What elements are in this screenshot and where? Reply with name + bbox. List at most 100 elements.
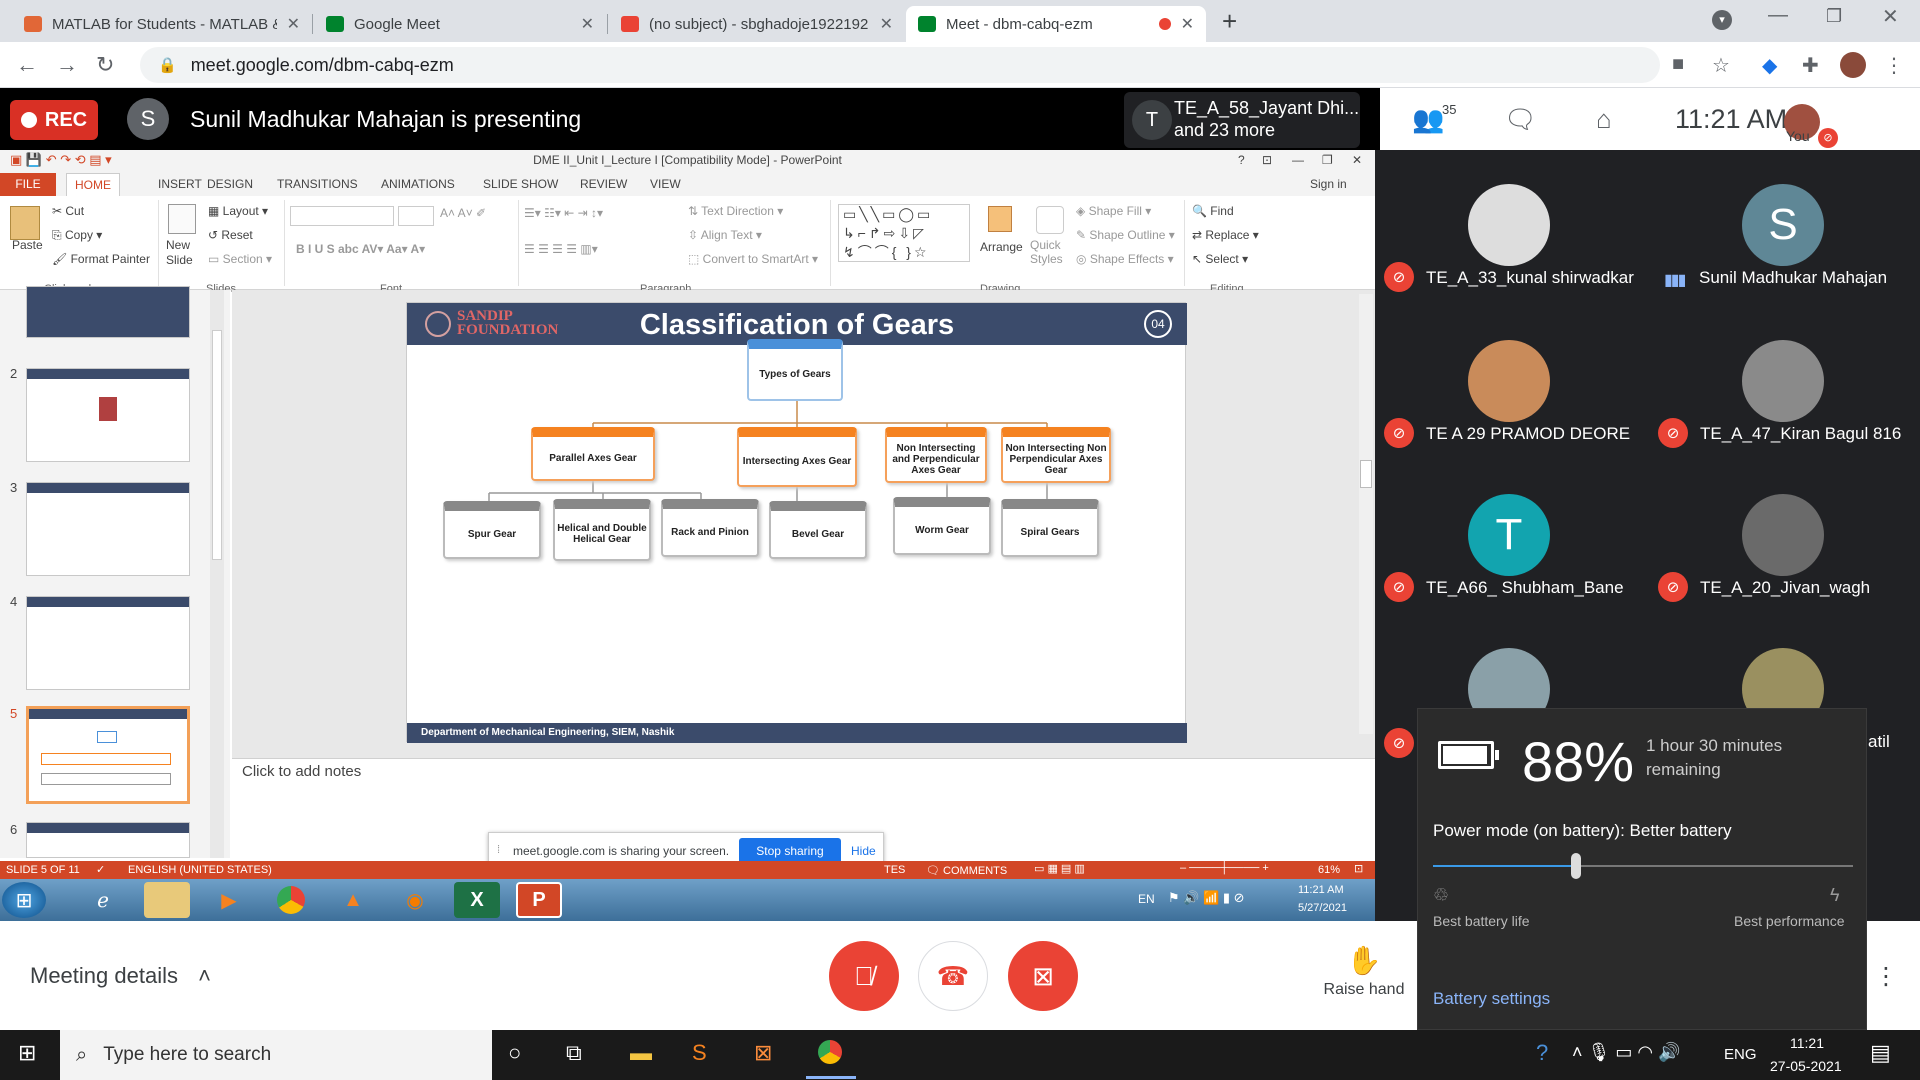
spellcheck-icon[interactable]: ✓ [96,863,105,876]
ribbon-display-icon[interactable]: ⊡ [1262,150,1272,170]
powerpoint-icon[interactable]: P [516,882,562,918]
tray-icons[interactable]: ⚑ 🔊 📶 ▮ ⊘ [1168,890,1245,906]
scroll-thumb[interactable] [212,330,222,560]
browser-tab-matlab[interactable]: MATLAB for Students - MATLAB & ✕ [12,6,312,42]
scroll-thumb[interactable] [1360,460,1372,488]
quick-styles-button[interactable]: Quick Styles [1030,238,1070,266]
camera-icon[interactable]: ■ [1672,53,1684,76]
help-icon[interactable]: ? [1238,150,1245,170]
chat-icon[interactable]: 🗨 [1504,104,1537,135]
tab-animations[interactable]: ANIMATIONS [381,177,455,191]
windows-start-icon[interactable]: ⊞ [18,1040,36,1066]
chrome-menu-icon[interactable]: ⋮ [1884,53,1904,78]
battery-settings-link[interactable]: Battery settings [1433,989,1550,1009]
xampp-icon[interactable]: ⊠ [754,1040,772,1066]
font-size-box[interactable] [398,206,434,226]
taskbar-search-box[interactable]: ⌕ Type here to search [60,1030,492,1080]
taskbar-lang[interactable]: ENG [1724,1046,1757,1063]
drag-handle-icon[interactable]: ⁞ [497,844,500,856]
ppt-quick-access-icons[interactable]: ▣ 💾 ↶ ↷ ⟲ ▤ ▾ [10,150,112,170]
section-button[interactable]: ▭ Section ▾ [208,252,272,266]
browser-tab-google-meet[interactable]: Google Meet ✕ [314,6,606,42]
fit-slide-icon[interactable]: ⊡ [1354,862,1363,875]
list-buttons[interactable]: ☰▾ ☷▾ ⇤ ⇥ ↕▾ [524,206,603,220]
arrange-icon[interactable] [988,206,1012,232]
chrome-taskbar-icon[interactable] [818,1040,842,1064]
address-bar[interactable]: 🔒 meet.google.com/dbm-cabq-ezm [140,47,1660,83]
shapes-gallery[interactable]: ▭╲╲▭◯▭ ↳⌐↱⇨⇩◸ ↯⌒⌒{ }☆ [838,204,970,262]
browser-tab-gmail[interactable]: (no subject) - sbghadoje1922192 ✕ [609,6,905,42]
activities-icon[interactable]: ⌂ [1596,104,1612,135]
hide-button[interactable]: Hide [851,844,876,858]
taskbar-date[interactable]: 27-05-2021 [1770,1058,1842,1074]
close-icon[interactable]: ✕ [880,14,893,34]
tab-file[interactable]: FILE [0,173,56,196]
profile-avatar[interactable] [1840,52,1866,78]
camera-toggle-button[interactable]: ⊠ [1008,941,1078,1011]
reload-icon[interactable]: ↻ [96,52,114,78]
layout-button[interactable]: ▦ Layout ▾ [208,204,268,218]
shape-fill-button[interactable]: ◈ Shape Fill ▾ [1076,204,1151,218]
close-icon[interactable]: ✕ [287,14,300,34]
chrome-icon[interactable] [268,882,314,918]
power-slider-thumb[interactable] [1570,853,1581,879]
people-icon[interactable]: 👥 [1412,104,1444,135]
slide-thumbnail-6[interactable] [26,822,190,858]
power-slider-track[interactable] [1433,853,1853,879]
bookmark-star-icon[interactable]: ☆ [1712,53,1730,78]
font-name-box[interactable] [290,206,394,226]
window-close-icon[interactable]: ✕ [1882,4,1899,29]
new-slide-icon[interactable] [168,204,196,234]
tab-review[interactable]: REVIEW [580,177,627,191]
ppt-close-icon[interactable]: ✕ [1352,150,1362,170]
slide-scrollbar[interactable] [1359,294,1373,734]
new-slide-button[interactable]: New Slide [166,238,200,268]
view-buttons[interactable]: ▭ ▦ ▤ ▥ [1034,862,1085,875]
format-painter-button[interactable]: 🖌 Format Painter [52,252,150,266]
pinned-participant-chip[interactable]: T TE_A_58_Jayant Dhi... and 23 more [1124,92,1360,148]
ppt-minimize-icon[interactable]: — [1292,150,1304,170]
ie-icon[interactable]: ℯ [80,882,126,918]
cut-button[interactable]: ✂ Cut [52,204,84,218]
slide-thumbnail-4[interactable] [26,596,190,690]
vlc-icon[interactable]: ▲ [330,882,376,918]
thumb-scrollbar[interactable] [210,290,224,858]
leave-call-button[interactable]: ☎ [918,941,988,1011]
taskbar-time[interactable]: 11:21 [1790,1035,1824,1051]
tab-view[interactable]: VIEW [650,177,681,191]
meeting-details-button[interactable]: Meeting details ˄ [30,963,211,989]
extension-icon[interactable]: ◆ [1762,53,1777,78]
slide-thumbnail-1[interactable] [26,286,190,338]
comments-button[interactable]: 🗨 COMMENTS [926,864,1007,877]
notes-button[interactable]: TES [884,864,905,876]
tab-design[interactable]: DESIGN [207,177,253,191]
excel-icon[interactable]: X [454,882,500,918]
new-tab-button[interactable]: + [1222,6,1237,37]
browser-tab-meet-active[interactable]: Meet - dbm-cabq-ezm ✕ [906,6,1206,42]
shape-outline-button[interactable]: ✎ Shape Outline ▾ [1076,228,1175,242]
font-size-buttons[interactable]: A˄ A˅ ✐ [440,206,486,220]
font-format-buttons[interactable]: B I U S abc AV▾ Aa▾ A▾ [296,242,425,256]
slide-canvas[interactable]: SANDIP FOUNDATION Classification of Gear… [406,302,1187,743]
slide-thumbnail-3[interactable] [26,482,190,576]
tab-transitions[interactable]: TRANSITIONS [277,177,358,191]
more-options-icon[interactable]: ⋮ [1874,962,1898,991]
replace-button[interactable]: ⇄ Replace ▾ [1192,228,1259,242]
reset-button[interactable]: ↺ Reset [208,228,253,242]
find-button[interactable]: 🔍 Find [1192,204,1234,218]
paste-icon[interactable] [10,206,40,240]
task-view-icon[interactable]: ⧉ [566,1040,582,1066]
sublime-icon[interactable]: S [692,1040,707,1066]
text-direction-button[interactable]: ⇅ Text Direction ▾ [688,204,783,218]
notifications-icon[interactable]: ▤ [1870,1040,1891,1066]
cortana-icon[interactable]: ○ [508,1040,521,1066]
ppt-restore-icon[interactable]: ❐ [1322,150,1333,170]
folder-icon[interactable] [144,882,190,918]
raise-hand-button[interactable]: ✋ Raise hand [1314,944,1414,999]
shape-effects-button[interactable]: ◎ Shape Effects ▾ [1076,252,1174,266]
file-explorer-icon[interactable]: ▬ [630,1040,652,1066]
slide-thumbnail-2[interactable] [26,368,190,462]
firefox-icon[interactable]: ◉ [392,882,438,918]
convert-smartart-button[interactable]: ⬚ Convert to SmartArt ▾ [688,252,818,266]
tab-slide-show[interactable]: SLIDE SHOW [483,177,558,191]
